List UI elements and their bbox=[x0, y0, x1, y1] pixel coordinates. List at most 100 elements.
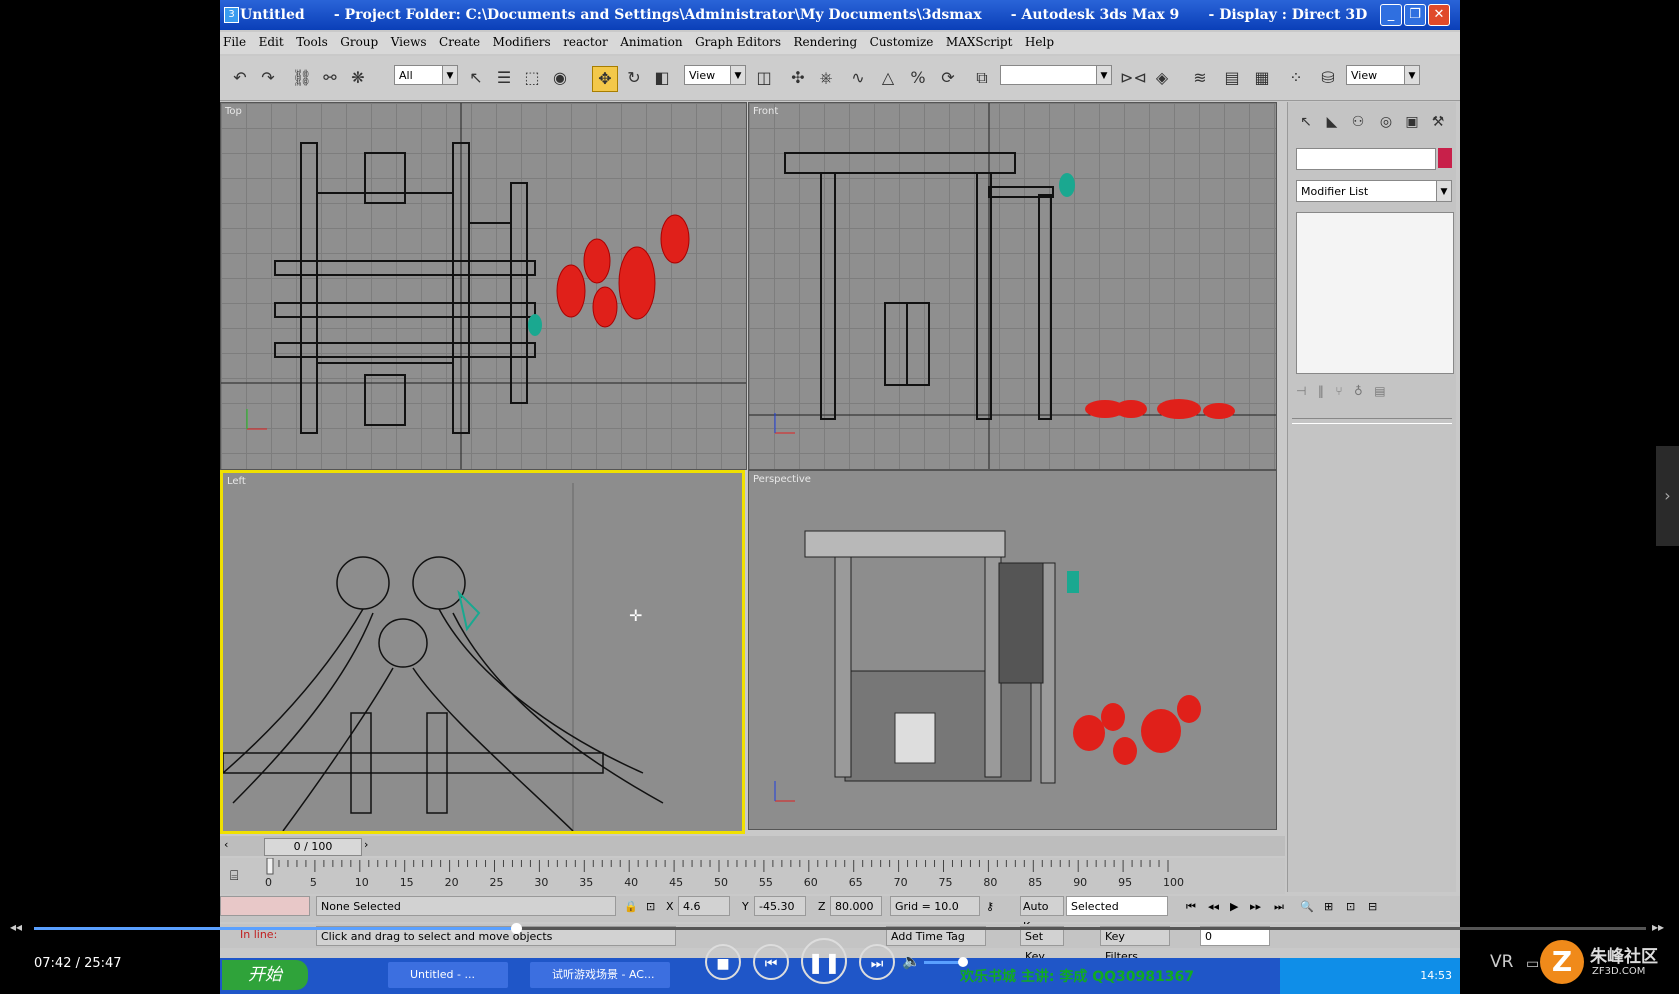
vr-button[interactable]: VR bbox=[1490, 952, 1513, 972]
viewport-top[interactable]: Top bbox=[220, 102, 747, 470]
show-end-result-icon[interactable]: ‖ bbox=[1318, 384, 1324, 398]
restore-button[interactable]: ❐ bbox=[1404, 4, 1426, 26]
named-selection-icon[interactable]: ⧉ bbox=[970, 66, 994, 90]
app-icon[interactable]: 3 bbox=[224, 7, 239, 23]
menu-create[interactable]: Create bbox=[436, 32, 486, 49]
bind-space-warp-icon[interactable]: ❋ bbox=[346, 66, 370, 90]
menu-modifiers[interactable]: Modifiers bbox=[490, 32, 557, 49]
progress-bar[interactable] bbox=[34, 923, 1646, 934]
percent-snap-icon[interactable]: % bbox=[906, 66, 930, 90]
menu-group[interactable]: Group bbox=[337, 32, 384, 49]
render-type-dropdown[interactable]: View ▼ bbox=[1346, 65, 1420, 85]
rect-selection-icon[interactable]: ⬚ bbox=[520, 66, 544, 90]
remove-modifier-icon[interactable]: ♁ bbox=[1354, 384, 1363, 398]
menu-maxscript[interactable]: MAXScript bbox=[943, 32, 1019, 49]
stop-button[interactable]: ■ bbox=[705, 944, 741, 980]
close-button[interactable]: ✕ bbox=[1428, 4, 1450, 26]
pin-stack-icon[interactable]: ⊣ bbox=[1296, 384, 1306, 398]
spinner-snap-icon[interactable]: ⟳ bbox=[936, 66, 960, 90]
named-selection-dropdown[interactable]: ▼ bbox=[1000, 65, 1112, 85]
manipulate-icon[interactable]: ✣ bbox=[786, 66, 810, 90]
minimize-button[interactable]: _ bbox=[1380, 4, 1402, 26]
chevron-left-icon[interactable]: ‹ bbox=[224, 838, 228, 851]
next-button[interactable]: ⏭ bbox=[859, 944, 895, 980]
menu-animation[interactable]: Animation bbox=[617, 32, 688, 49]
viewport-left[interactable]: Left ✛ bbox=[220, 470, 745, 834]
hierarchy-tab-icon[interactable]: ⚇ bbox=[1348, 114, 1368, 134]
align-icon[interactable]: ◈ bbox=[1150, 66, 1174, 90]
ruler-tick-label: 35 bbox=[579, 876, 593, 889]
fast-forward-icon[interactable]: ▸▸ bbox=[1652, 920, 1664, 934]
select-rotate-icon[interactable]: ↻ bbox=[622, 66, 646, 90]
side-panel-toggle[interactable]: › bbox=[1656, 446, 1679, 546]
menu-edit[interactable]: Edit bbox=[256, 32, 290, 49]
viewport-perspective[interactable]: Perspective bbox=[748, 470, 1277, 830]
volume-slider[interactable] bbox=[924, 957, 968, 967]
time-slider[interactable]: ‹ 0 / 100 › bbox=[220, 836, 1285, 856]
selection-filter-dropdown[interactable]: All ▼ bbox=[394, 65, 458, 85]
pivot-center-icon[interactable]: ◫ bbox=[752, 66, 776, 90]
viewport-front[interactable]: Front bbox=[748, 102, 1277, 470]
stack-controls: ⊣ ‖ ⑂ ♁ ▤ bbox=[1296, 384, 1452, 408]
ruler-tick-label: 5 bbox=[310, 876, 317, 889]
motion-tab-icon[interactable]: ◎ bbox=[1376, 114, 1396, 134]
current-frame-marker[interactable] bbox=[266, 858, 274, 875]
watermark: Z 朱峰社区 ZF3D.COM bbox=[1540, 940, 1670, 988]
snap-toggle-icon[interactable]: ∿ bbox=[846, 66, 870, 90]
menu-rendering[interactable]: Rendering bbox=[791, 32, 864, 49]
redo-icon[interactable]: ↷ bbox=[256, 66, 280, 90]
undo-icon[interactable]: ↶ bbox=[228, 66, 252, 90]
angle-snap-icon[interactable]: △ bbox=[876, 66, 900, 90]
chevron-down-icon: ▼ bbox=[1404, 66, 1419, 84]
menu-views[interactable]: Views bbox=[388, 32, 433, 49]
menu-tools[interactable]: Tools bbox=[293, 32, 334, 49]
track-bar[interactable]: ⌸ 0 5 10 15 20 25 30 35 40 45 50 55 60 65 70 75 80 85 90 95… bbox=[220, 858, 1285, 894]
create-tab-icon[interactable]: ↖ bbox=[1296, 114, 1316, 134]
menu-help[interactable]: Help bbox=[1022, 32, 1060, 49]
select-move-icon[interactable]: ✥ bbox=[592, 66, 618, 92]
schematic-view-icon[interactable]: ▦ bbox=[1250, 66, 1274, 90]
pause-button[interactable]: ❚❚ bbox=[801, 938, 847, 984]
modify-tab-icon[interactable]: ◣ bbox=[1322, 114, 1342, 134]
screen-icon[interactable]: ▭ bbox=[1526, 956, 1539, 972]
render-scene-icon[interactable]: ⛁ bbox=[1316, 66, 1340, 90]
object-name-field[interactable] bbox=[1296, 148, 1436, 170]
utilities-tab-icon[interactable]: ⚒ bbox=[1428, 114, 1448, 134]
material-editor-icon[interactable]: ⁘ bbox=[1284, 66, 1308, 90]
volume-icon[interactable]: 🔈 bbox=[902, 952, 921, 970]
rewind-icon[interactable]: ◂◂ bbox=[10, 920, 22, 934]
layer-manager-icon[interactable]: ≋ bbox=[1188, 66, 1212, 90]
ref-coord-dropdown[interactable]: View ▼ bbox=[684, 65, 746, 85]
ruler-tick-label: 25 bbox=[490, 876, 504, 889]
select-link-icon[interactable]: ⛓ bbox=[290, 66, 314, 90]
modifier-stack[interactable] bbox=[1296, 212, 1454, 374]
menu-file[interactable]: File bbox=[220, 32, 252, 49]
object-color-swatch[interactable] bbox=[1438, 148, 1452, 168]
ruler-tick-label: 95 bbox=[1118, 876, 1132, 889]
keyboard-shortcut-icon[interactable]: ⎈ bbox=[814, 66, 838, 90]
previous-button[interactable]: ⏮ bbox=[753, 944, 789, 980]
chevron-right-icon[interactable]: › bbox=[364, 838, 368, 851]
selection-filter-value: All bbox=[399, 69, 413, 82]
ruler-tick-label: 15 bbox=[400, 876, 414, 889]
make-unique-icon[interactable]: ⑂ bbox=[1335, 384, 1342, 398]
configure-sets-icon[interactable]: ▤ bbox=[1374, 384, 1385, 398]
select-scale-icon[interactable]: ◧ bbox=[650, 66, 674, 90]
modifier-list-dropdown[interactable]: Modifier List ▼ bbox=[1296, 180, 1452, 202]
select-object-icon[interactable]: ↖ bbox=[464, 66, 488, 90]
menu-graph-editors[interactable]: Graph Editors bbox=[692, 32, 787, 49]
unlink-icon[interactable]: ⚯ bbox=[318, 66, 342, 90]
frame-counter[interactable]: 0 / 100 bbox=[264, 838, 362, 856]
menu-reactor[interactable]: reactor bbox=[560, 32, 614, 49]
select-by-name-icon[interactable]: ☰ bbox=[492, 66, 516, 90]
ruler-tick-label: 90 bbox=[1073, 876, 1087, 889]
window-crossing-icon[interactable]: ◉ bbox=[548, 66, 572, 90]
display-tab-icon[interactable]: ▣ bbox=[1402, 114, 1422, 134]
progress-fill bbox=[34, 927, 516, 930]
menu-customize[interactable]: Customize bbox=[867, 32, 940, 49]
curve-editor-icon[interactable]: ▤ bbox=[1220, 66, 1244, 90]
progress-knob[interactable] bbox=[510, 923, 522, 934]
watermark-logo-icon: Z bbox=[1540, 940, 1584, 984]
volume-knob[interactable] bbox=[958, 957, 968, 967]
mirror-icon[interactable]: ⊳⊲ bbox=[1120, 66, 1147, 90]
